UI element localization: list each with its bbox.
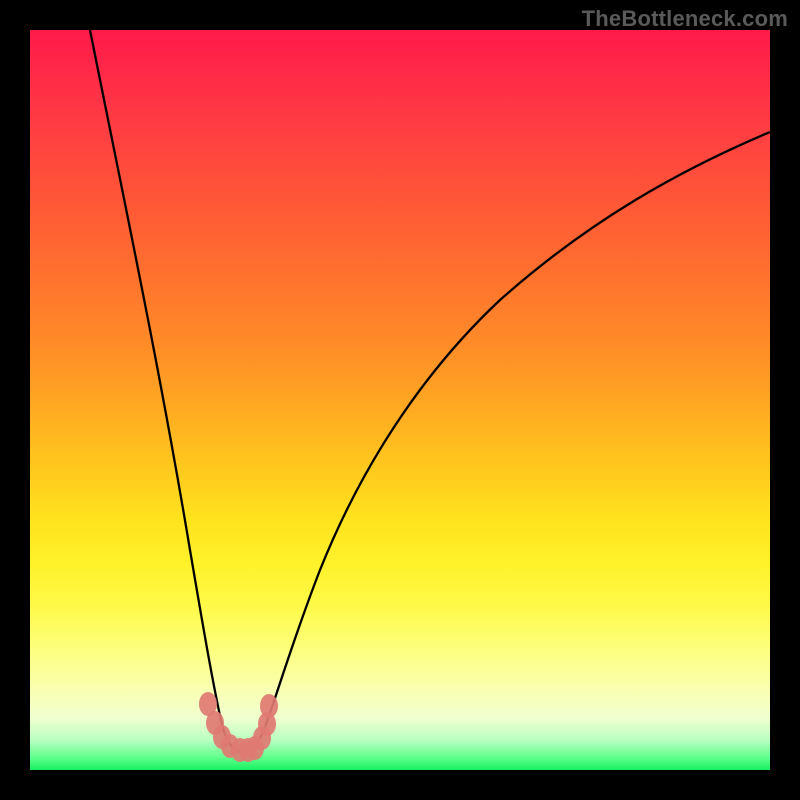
chart-frame: TheBottleneck.com — [0, 0, 800, 800]
watermark-text: TheBottleneck.com — [582, 6, 788, 32]
curve-right-arc — [242, 132, 770, 752]
bottleneck-curve — [30, 30, 770, 770]
curve-left-arc — [90, 30, 242, 752]
plot-area — [30, 30, 770, 770]
data-marker — [260, 694, 278, 718]
